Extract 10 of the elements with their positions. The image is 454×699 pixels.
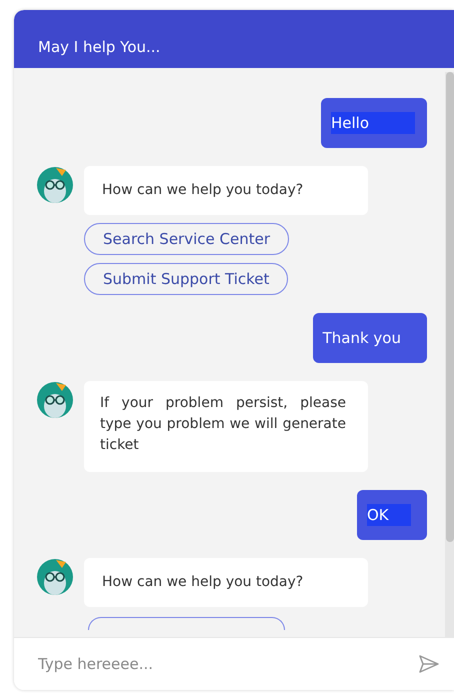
user-message: Hello — [321, 98, 427, 148]
chat-title: May I help You... — [38, 38, 160, 56]
bot-message: How can we help you today? — [84, 558, 368, 607]
user-message: Thank you — [312, 313, 427, 363]
quick-reply-button[interactable]: Search Service Center — [84, 223, 289, 255]
message-input[interactable]: Type hereeee... — [36, 654, 418, 674]
bot-message: If your problem persist, please type you problem we will generate ticket — [84, 381, 368, 472]
quick-reply-button[interactable]: Submit Support Ticket — [84, 263, 288, 295]
bot-message: How can we help you today? — [84, 166, 368, 215]
user-message: OK — [357, 490, 427, 540]
